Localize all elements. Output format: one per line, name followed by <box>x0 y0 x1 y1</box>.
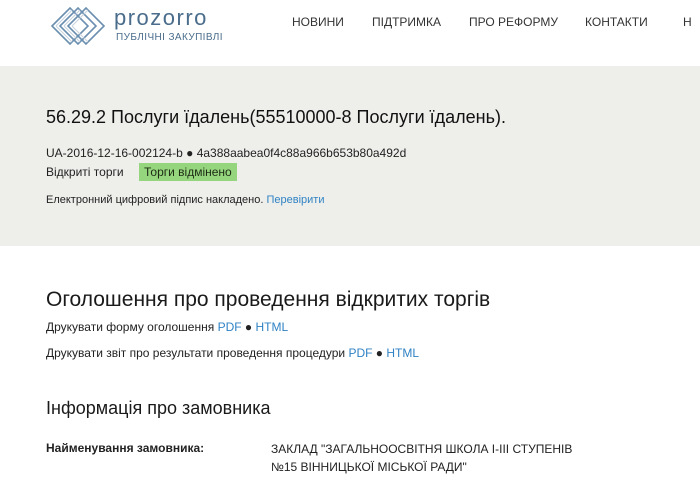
nav-item-support[interactable]: ПІДТРИМКА <box>372 15 441 29</box>
status-badge: Торги відмінено <box>139 163 237 181</box>
print-form-line: Друкувати форму оголошення PDF ● HTML <box>46 320 288 334</box>
print-report-pdf-link[interactable]: PDF <box>348 346 372 360</box>
logo-subtitle: ПУБЛІЧНІ ЗАКУПІВЛІ <box>116 32 223 43</box>
signature-text: Електронний цифровий підпис накладено. <box>46 194 264 206</box>
print-form-label: Друкувати форму оголошення <box>46 320 215 334</box>
prozorro-logo-icon <box>50 6 106 46</box>
customer-info-heading: Інформація про замовника <box>46 398 271 418</box>
announcement-title: Оголошення про проведення відкритих торг… <box>46 288 491 311</box>
logo-wordmark: prozorro <box>114 5 208 30</box>
print-form-html-link[interactable]: HTML <box>256 320 289 334</box>
separator-dot: ● <box>244 320 253 334</box>
tender-hash: 4a388aabea0f4c88a966b653b80a492d <box>196 146 407 160</box>
verify-signature-link[interactable]: Перевірити <box>266 194 324 206</box>
logo-link[interactable]: prozorro ПУБЛІЧНІ ЗАКУПІВЛІ <box>48 4 238 48</box>
print-report-html-link[interactable]: HTML <box>386 346 419 360</box>
customer-name-value: ЗАКЛАД "ЗАГАЛЬНООСВІТНЯ ШКОЛА І-ІІІ СТУП… <box>271 442 573 474</box>
separator-dot: ● <box>186 146 194 160</box>
tender-id: UA-2016-12-16-002124-b <box>46 146 183 160</box>
procedure-type: Відкриті торги <box>46 165 124 179</box>
nav-item-next[interactable]: Н <box>683 15 692 29</box>
nav-item-contacts[interactable]: КОНТАКТИ <box>585 15 648 29</box>
signature-line: Електронний цифровий підпис накладено. П… <box>46 193 324 207</box>
print-form-pdf-link[interactable]: PDF <box>218 320 242 334</box>
tender-identifier-line: UA-2016-12-16-002124-b ● 4a388aabea0f4c8… <box>46 146 406 160</box>
nav-item-news[interactable]: НОВИНИ <box>292 15 344 29</box>
tender-title: 56.29.2 Послуги їдалень(55510000-8 Послу… <box>46 107 506 127</box>
customer-name-label: Найменування замовника: <box>46 441 205 455</box>
site-header: prozorro ПУБЛІЧНІ ЗАКУПІВЛІ НОВИНИ ПІДТР… <box>0 0 700 66</box>
print-report-label: Друкувати звіт про результати проведення… <box>46 346 346 360</box>
print-report-line: Друкувати звіт про результати проведення… <box>46 346 419 360</box>
nav-item-about-reform[interactable]: ПРО РЕФОРМУ <box>469 15 558 29</box>
separator-dot: ● <box>375 346 384 360</box>
